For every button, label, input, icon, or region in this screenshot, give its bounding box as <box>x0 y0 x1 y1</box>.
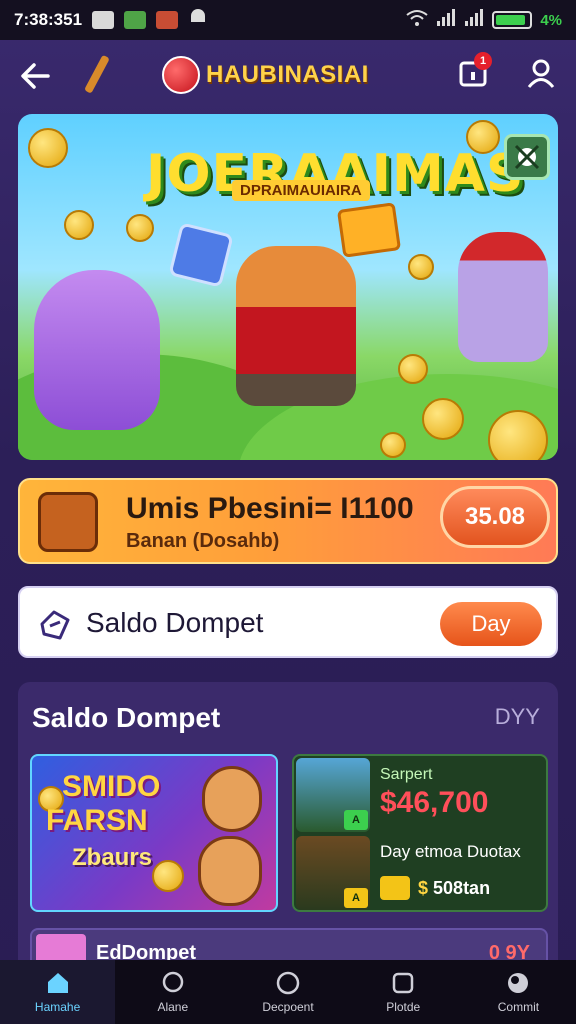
nav-label: Hamahe <box>34 1000 81 1014</box>
wallet-balance-card[interactable]: Saldo Dompet Day <box>18 586 558 658</box>
notification-badge: 1 <box>474 52 492 70</box>
nav-item-home[interactable]: Hamahe <box>0 960 116 1024</box>
pencil-icon <box>76 52 116 105</box>
nav-item-discover[interactable]: Decpoent <box>230 960 345 1024</box>
info-amount: $46,700 <box>380 786 489 819</box>
photo-notification-icon <box>156 11 179 29</box>
coin-decoration <box>398 354 428 384</box>
tile-title-line2: FARSN <box>46 804 148 837</box>
gift-box-decoration <box>336 202 402 258</box>
brand[interactable]: HAUBINASIAI <box>162 56 369 94</box>
promo-subtitle: Banan (Dosahb) <box>126 530 280 552</box>
coin-decoration <box>422 398 464 440</box>
inbox-button[interactable]: 1 <box>454 52 492 92</box>
coin-decoration <box>152 860 184 892</box>
game-notification-icon <box>124 11 147 29</box>
wifi-icon <box>406 9 428 32</box>
hero-character <box>236 246 356 406</box>
battery-icon <box>492 11 533 29</box>
nav-label: Plotde <box>386 1000 421 1014</box>
globe-icon <box>508 973 529 993</box>
wallet-section: Saldo Dompet DYY SMIDO FARSN Zbaurs A A … <box>18 682 558 968</box>
hero-character <box>202 766 262 832</box>
thumbnail-badge: A <box>344 888 368 908</box>
signal-icon <box>436 8 456 32</box>
coin-decoration <box>380 432 406 458</box>
hero-banner[interactable]: JOERAAIMAS DPRAIMAUIAIRA <box>18 114 558 460</box>
thumbnail-badge: A <box>344 810 368 830</box>
coin-decoration <box>126 214 154 242</box>
user-icon <box>527 59 555 88</box>
section-see-all-link[interactable]: DYY <box>495 704 540 730</box>
mascot-icon <box>514 144 540 170</box>
info-tag: $ 508tan <box>380 876 490 900</box>
android-icon <box>188 8 208 33</box>
dice-decoration <box>168 222 234 288</box>
runner-character <box>458 232 548 362</box>
brand-name: HAUBINASIAI <box>206 61 369 88</box>
tile-title-line1: SMIDO <box>62 770 161 803</box>
wolf-thumbnail: A <box>296 758 370 832</box>
featured-game-tile[interactable]: SMIDO FARSN Zbaurs <box>30 754 278 912</box>
treasure-chest-icon <box>38 492 98 552</box>
mascot-icon-button[interactable] <box>504 134 550 180</box>
hero-character <box>198 836 262 906</box>
nav-item-community[interactable]: Commit <box>461 960 576 1024</box>
hero-subtitle: DPRAIMAUIAIRA <box>232 180 370 201</box>
app-bar: HAUBINASIAI 1 <box>0 40 576 112</box>
promo-claim-button[interactable]: 35.08 <box>440 486 550 548</box>
arrow-left-icon <box>21 63 50 89</box>
nav-label: Decpoent <box>262 1000 314 1014</box>
coin-decoration <box>408 254 434 280</box>
coin-decoration <box>28 128 68 168</box>
circle-icon <box>276 971 300 995</box>
info-description: Day etmoa Duotax <box>380 842 521 861</box>
tile-title-line3: Zbaurs <box>72 844 153 871</box>
battery-text: 4% <box>540 11 562 29</box>
coin-decoration <box>64 210 94 240</box>
nav-item-chat[interactable]: Alane <box>115 960 230 1024</box>
promo-banner[interactable]: Umis Pbesini= I1100 Banan (Dosahb) 35.08 <box>18 478 558 564</box>
brand-logo <box>162 56 200 94</box>
purple-character <box>34 270 160 430</box>
back-button[interactable] <box>14 55 56 97</box>
bottom-navigation: Hamahe Alane Decpoent Plotde Commit <box>0 960 576 1024</box>
chat-icon <box>162 971 184 993</box>
wallet-balance-label: Saldo Dompet <box>86 607 264 638</box>
wallet-icon <box>40 610 70 640</box>
bandit-thumbnail: A <box>296 836 370 910</box>
nav-item-profile[interactable]: Plotde <box>346 960 461 1024</box>
promo-title: Umis Pbesini= I1100 <box>126 492 414 525</box>
status-time: 7:38:351 <box>14 10 83 29</box>
wallet-day-button[interactable]: Day <box>440 602 542 646</box>
nav-label: Commit <box>497 1000 540 1014</box>
info-label: Sarpert <box>380 766 433 783</box>
section-title: Saldo Dompet <box>32 702 221 733</box>
wallet-info-card[interactable]: A A Sarpert $46,700 Day etmoa Duotax $ 5… <box>292 754 548 912</box>
square-icon <box>392 972 414 994</box>
nav-label: Alane <box>157 1000 189 1014</box>
signal-2-icon <box>464 8 484 32</box>
profile-button[interactable] <box>522 54 560 92</box>
app-notification-icon <box>92 11 115 29</box>
folder-icon <box>380 876 410 900</box>
status-bar: 7:38:351 4% <box>0 0 576 40</box>
home-icon <box>47 973 68 993</box>
info-tag-value: $ 508tan <box>418 877 491 898</box>
